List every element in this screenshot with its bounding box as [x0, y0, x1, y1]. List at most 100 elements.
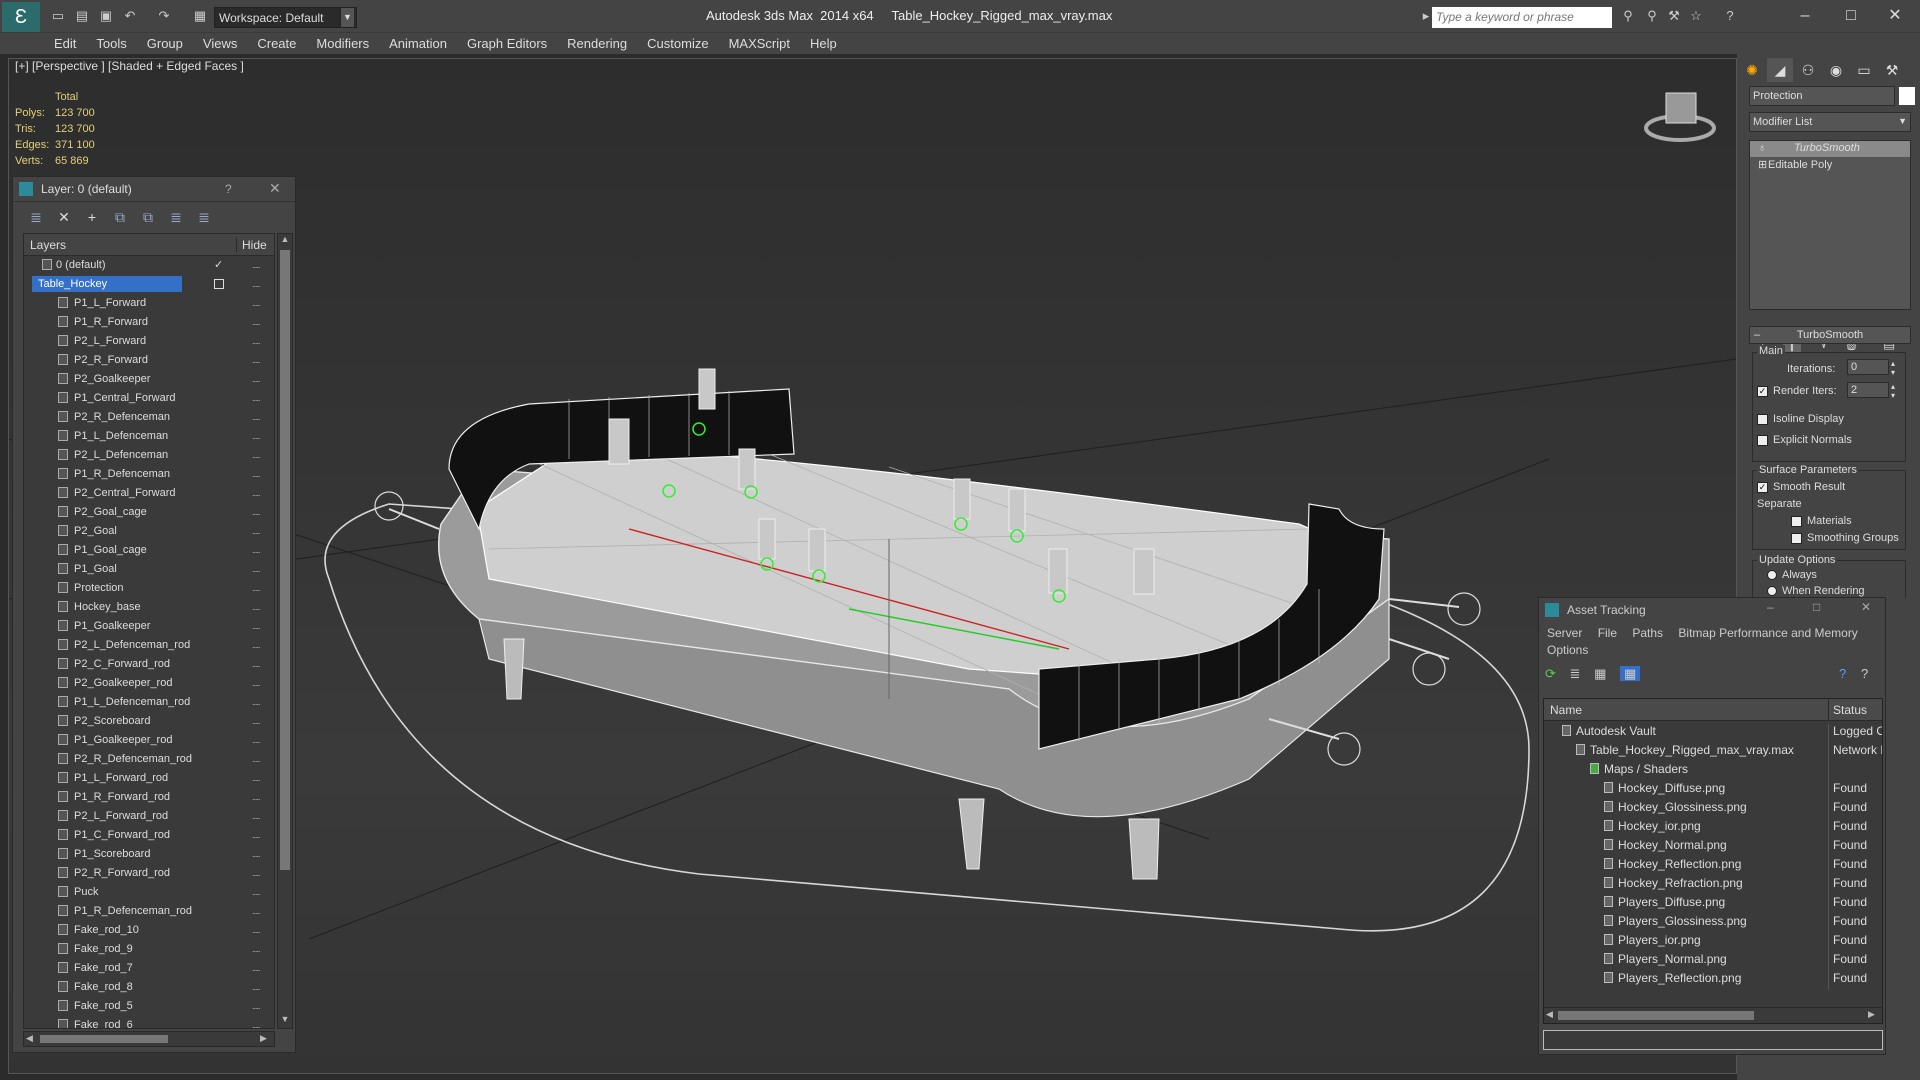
- when-rendering-radio[interactable]: [1767, 586, 1777, 597]
- table-view-icon[interactable]: ▦: [1619, 666, 1641, 681]
- hide-toggle[interactable]: .....: [252, 754, 260, 764]
- isoline-display-row[interactable]: Isoline Display: [1757, 413, 1844, 425]
- asset-row[interactable]: Hockey_Normal.png Found: [1544, 835, 1882, 857]
- turbosmooth-rollout-header[interactable]: – TurboSmooth: [1749, 326, 1911, 344]
- minimize-button[interactable]: –: [1790, 6, 1820, 26]
- object-color-swatch[interactable]: [1899, 87, 1915, 105]
- object-name-field[interactable]: Protection: [1749, 86, 1895, 106]
- asset-row[interactable]: Players_Glossiness.png Found: [1544, 911, 1882, 933]
- asset-row[interactable]: Autodesk VaultLogged Ou: [1544, 721, 1882, 743]
- tree-view-icon[interactable]: ▦: [1594, 666, 1606, 681]
- hide-toggle[interactable]: .....: [252, 792, 260, 802]
- always-radio[interactable]: [1767, 570, 1777, 581]
- asset-row[interactable]: Players_Diffuse.png Found: [1544, 892, 1882, 914]
- scroll-up-icon[interactable]: ▲: [278, 234, 292, 248]
- hide-toggle[interactable]: .....: [252, 944, 260, 954]
- asset-tracking-window[interactable]: Asset Tracking – □ ✕ Server File Paths B…: [1538, 597, 1886, 1055]
- hide-toggle[interactable]: .....: [252, 602, 260, 612]
- hide-toggle[interactable]: .....: [252, 811, 260, 821]
- layer-row[interactable]: P2_R_Defenceman_rod.....: [24, 750, 274, 769]
- horizontal-scroll-thumb[interactable]: [1558, 1011, 1754, 1020]
- hide-toggle[interactable]: .....: [252, 906, 260, 916]
- layer-row[interactable]: P1_R_Defenceman_rod.....: [24, 902, 274, 921]
- hide-toggle[interactable]: .....: [252, 393, 260, 403]
- menu-modifiers[interactable]: Modifiers: [306, 33, 379, 54]
- hide-toggle[interactable]: .....: [252, 355, 260, 365]
- hide-toggle[interactable]: .....: [252, 697, 260, 707]
- menu-tools[interactable]: Tools: [86, 33, 136, 54]
- list-view-icon[interactable]: ≣: [1570, 666, 1581, 681]
- asset-row[interactable]: Maps / Shaders: [1544, 759, 1882, 781]
- hide-toggle[interactable]: .....: [252, 773, 260, 783]
- display-tab-icon[interactable]: ▭: [1851, 58, 1877, 82]
- menu-customize[interactable]: Customize: [637, 33, 718, 54]
- hide-toggle[interactable]: .....: [252, 1001, 260, 1011]
- horizontal-scroll-thumb[interactable]: [40, 1035, 168, 1043]
- layer-row[interactable]: Fake_rod_5.....: [24, 997, 274, 1016]
- hide-toggle[interactable]: .....: [252, 678, 260, 688]
- hide-toggle[interactable]: .....: [252, 260, 260, 270]
- asset-horizontal-scrollbar[interactable]: ◀ ▶: [1544, 1007, 1882, 1023]
- hide-toggle[interactable]: .....: [252, 317, 260, 327]
- layer-row[interactable]: P1_L_Forward.....: [24, 294, 274, 313]
- redo-icon[interactable]: ↷: [156, 8, 172, 24]
- menu-maxscript[interactable]: MAXScript: [719, 33, 800, 54]
- layer-row[interactable]: P1_Scoreboard.....: [24, 845, 274, 864]
- binoculars-icon[interactable]: ⚲: [1620, 8, 1636, 24]
- help-icon[interactable]: ?: [1722, 8, 1738, 24]
- hide-toggle[interactable]: .....: [252, 469, 260, 479]
- layer-row[interactable]: P1_R_Defenceman.....: [24, 465, 274, 484]
- hide-toggle[interactable]: .....: [252, 982, 260, 992]
- smoothing-groups-checkbox[interactable]: [1791, 532, 1802, 544]
- layer-row[interactable]: P2_Scoreboard.....: [24, 712, 274, 731]
- menu-animation[interactable]: Animation: [379, 33, 457, 54]
- layer-row[interactable]: Fake_rod_6.....: [24, 1016, 274, 1028]
- layer-panel-title-bar[interactable]: Layer: 0 (default) ? ✕: [13, 177, 295, 201]
- layer-row-default[interactable]: 0 (default) ✓.....: [24, 256, 274, 275]
- select-objects-icon[interactable]: ⧉: [109, 206, 131, 228]
- layer-manager-panel[interactable]: Layer: 0 (default) ? ✕ ≣ ✕ + ⧉ ⧉ ≣ ≣ Layers Hi…: [12, 176, 296, 1053]
- layer-row[interactable]: Fake_rod_7.....: [24, 959, 274, 978]
- close-button[interactable]: ✕: [1880, 6, 1910, 26]
- app-logo[interactable]: Ɛ: [2, 2, 40, 32]
- hide-toggle[interactable]: .....: [252, 564, 260, 574]
- hide-toggle[interactable]: .....: [252, 374, 260, 384]
- layer-row[interactable]: P2_L_Forward_rod.....: [24, 807, 274, 826]
- layer-row[interactable]: P2_L_Defenceman.....: [24, 446, 274, 465]
- layer-row[interactable]: P2_R_Forward_rod.....: [24, 864, 274, 883]
- layer-vertical-scrollbar[interactable]: ▲ ▼: [277, 233, 293, 1029]
- layer-row[interactable]: P1_L_Forward_rod.....: [24, 769, 274, 788]
- layer-row[interactable]: Puck.....: [24, 883, 274, 902]
- explicit-normals-checkbox[interactable]: [1757, 434, 1768, 446]
- spinner-arrows-icon[interactable]: ▴ ▾: [1891, 359, 1895, 377]
- asset-row[interactable]: Hockey_Diffuse.png Found: [1544, 778, 1882, 800]
- asset-row[interactable]: Players_ior.png Found: [1544, 930, 1882, 952]
- expand-plus-icon[interactable]: ⊞: [1758, 158, 1768, 171]
- new-file-icon[interactable]: ▭: [50, 8, 66, 24]
- layer-row[interactable]: P2_L_Defenceman_rod.....: [24, 636, 274, 655]
- hide-toggle[interactable]: .....: [252, 545, 260, 555]
- layer-row[interactable]: Fake_rod_8.....: [24, 978, 274, 997]
- layer-row[interactable]: P2_Goal.....: [24, 522, 274, 541]
- modifier-stack[interactable]: ♁ TurboSmooth ⊞Editable Poly: [1749, 140, 1911, 310]
- make-current-checkbox[interactable]: [214, 279, 224, 289]
- hide-toggle[interactable]: .....: [252, 412, 260, 422]
- spinner-arrows-icon[interactable]: ▴ ▾: [1891, 382, 1895, 400]
- viewcube[interactable]: [1644, 92, 1716, 142]
- scroll-thumb[interactable]: [280, 250, 290, 870]
- menu-bitmap-performance[interactable]: Bitmap Performance and Memory: [1678, 626, 1857, 640]
- hide-toggle[interactable]: .....: [252, 488, 260, 498]
- scroll-left-icon[interactable]: ◀: [1546, 1009, 1553, 1020]
- layer-row[interactable]: P1_R_Forward.....: [24, 313, 274, 332]
- layer-row[interactable]: P1_R_Forward_rod.....: [24, 788, 274, 807]
- asset-row[interactable]: Players_Reflection.png Found: [1544, 968, 1882, 990]
- hide-toggle[interactable]: .....: [252, 887, 260, 897]
- hide-toggle[interactable]: .....: [252, 963, 260, 973]
- asset-row[interactable]: Hockey_Glossiness.png Found: [1544, 797, 1882, 819]
- layer-list[interactable]: Layers Hide 0 (default) ✓..... Table_Hocke…: [23, 233, 275, 1029]
- hide-toggle[interactable]: .....: [252, 450, 260, 460]
- menu-create[interactable]: Create: [247, 33, 306, 54]
- viewport-label[interactable]: [+] [Perspective ] [Shaded + Edged Faces…: [15, 59, 244, 73]
- menu-file[interactable]: File: [1598, 626, 1617, 640]
- help-icon[interactable]: ?: [225, 182, 232, 196]
